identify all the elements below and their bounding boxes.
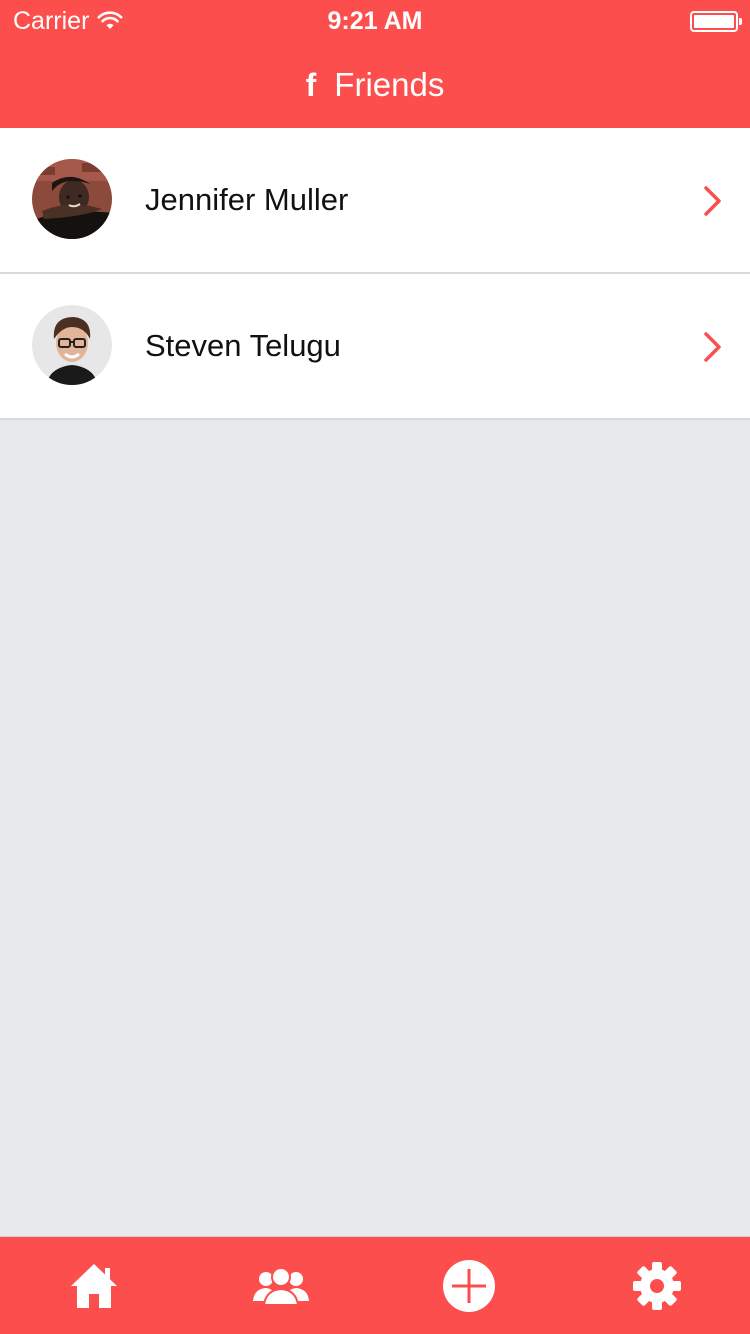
avatar-photo-steven — [32, 305, 112, 385]
add-circle-icon — [442, 1260, 495, 1312]
tab-add[interactable] — [375, 1237, 562, 1334]
friend-name: Jennifer Muller — [145, 182, 349, 217]
avatar-photo-jennifer — [32, 159, 112, 239]
tab-settings[interactable] — [563, 1237, 750, 1334]
friend-name: Steven Telugu — [145, 328, 341, 363]
avatar — [32, 159, 112, 239]
status-bar: Carrier 9:21 AM — [0, 0, 750, 40]
page-title: f Friends — [0, 64, 750, 106]
tab-bar — [0, 1236, 750, 1334]
friends-icon — [252, 1267, 309, 1306]
header: Carrier 9:21 AM f Friends — [0, 0, 750, 128]
home-icon — [70, 1264, 117, 1308]
chevron-right-icon — [704, 186, 721, 216]
gear-icon — [632, 1262, 681, 1310]
facebook-icon: f — [305, 66, 317, 103]
tab-home[interactable] — [0, 1237, 187, 1334]
status-time: 9:21 AM — [327, 7, 423, 35]
friend-row-steven[interactable]: Steven Telugu — [0, 274, 750, 420]
avatar — [32, 305, 112, 385]
friend-row-jennifer[interactable]: Jennifer Muller — [0, 128, 750, 274]
tab-friends[interactable] — [187, 1237, 374, 1334]
page-title-label: Friends — [334, 66, 445, 103]
friends-list: Jennifer Muller Steven Telugu — [0, 128, 750, 420]
battery-icon — [690, 11, 742, 32]
chevron-right-icon — [704, 332, 721, 362]
